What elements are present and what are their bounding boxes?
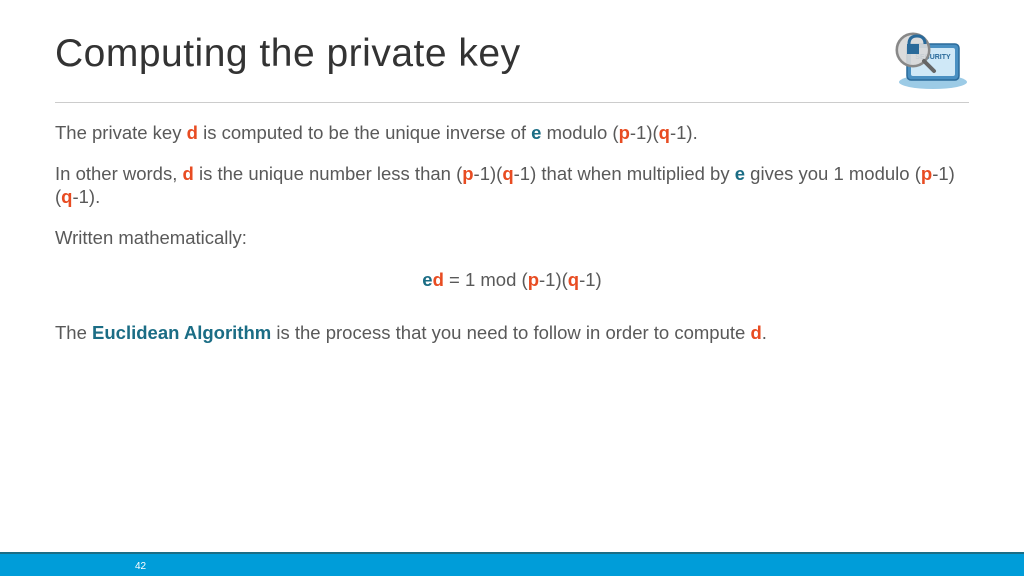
equation: ed = 1 mod (p-1)(q-1) (55, 268, 969, 291)
var-q: q (568, 269, 579, 290)
body-line-2: In other words, d is the unique number l… (55, 162, 969, 208)
var-d: d (183, 163, 194, 184)
var-e: e (422, 269, 432, 290)
body-line-3: Written mathematically: (55, 226, 969, 249)
euclidean-algorithm: Euclidean Algorithm (92, 322, 271, 343)
var-p: p (921, 163, 932, 184)
var-d: d (433, 269, 444, 290)
var-q: q (61, 186, 72, 207)
page-title: Computing the private key (55, 32, 521, 76)
slide-body: The private key d is computed to be the … (55, 121, 969, 344)
var-q: q (659, 122, 670, 143)
footer-bar: 42 (0, 552, 1024, 576)
body-line-1: The private key d is computed to be the … (55, 121, 969, 144)
security-icon: SECURITY (879, 24, 979, 94)
var-d: d (750, 322, 761, 343)
var-e: e (531, 122, 541, 143)
var-p: p (528, 269, 539, 290)
title-row: Computing the private key SECURITY (55, 32, 969, 94)
var-e: e (735, 163, 745, 184)
body-line-4: The Euclidean Algorithm is the process t… (55, 321, 969, 344)
slide: Computing the private key SECURITY The p… (0, 0, 1024, 576)
var-q: q (502, 163, 513, 184)
title-divider (55, 102, 969, 103)
var-d: d (187, 122, 198, 143)
var-p: p (462, 163, 473, 184)
var-p: p (619, 122, 630, 143)
page-number: 42 (135, 561, 146, 572)
